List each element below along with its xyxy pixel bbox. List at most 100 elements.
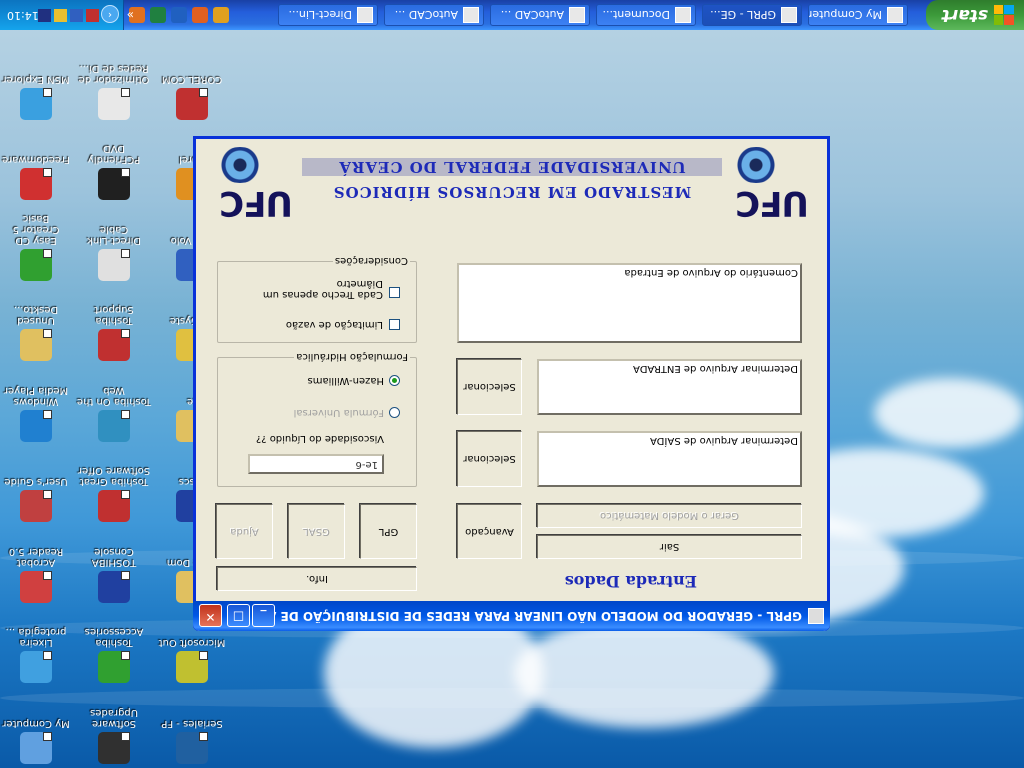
close-button[interactable]: ✕	[199, 604, 222, 627]
desktop-icon[interactable]: TOSHIBA Console	[76, 546, 152, 603]
trecho-diametro-checkbox[interactable]: Cada Trecho apenas um Diâmetro	[240, 278, 400, 300]
desktop-icon-label: Toshiba Great Software Offer	[77, 465, 151, 488]
dvd-player-icon	[98, 168, 130, 201]
desktop-icon-label: Direct-Link Cable	[86, 224, 142, 246]
desktop-icon[interactable]: Toshiba On the Web	[76, 385, 152, 442]
desktop-icon-label: Seriales - FP	[161, 718, 223, 729]
desktop-icon[interactable]: Software Upgrades	[76, 707, 152, 764]
desktop-icon[interactable]: Direct-Link Cable	[76, 224, 152, 281]
desktop-icon-label: PCFriendly DVD	[87, 143, 141, 166]
checkbox-indicator	[389, 319, 400, 330]
formula-universal-radio[interactable]: Fórmula Universal	[294, 407, 400, 418]
desktop-icon[interactable]: Acrobat Reader 5.0	[0, 546, 74, 603]
grapher-icon[interactable]	[192, 7, 208, 23]
excel-icon[interactable]	[150, 7, 166, 23]
selecionar-saida-button[interactable]: Selecionar	[457, 431, 522, 487]
info-button[interactable]: Info.	[217, 567, 417, 591]
gpl-button[interactable]: GPL	[360, 504, 417, 559]
consideracoes-group: Limitação de vazão Cada Trecho apenas um…	[217, 255, 417, 343]
task-button[interactable]: Document...	[596, 4, 696, 26]
seriales-icon	[176, 732, 208, 764]
desktop-icon[interactable]: My Computer	[0, 718, 74, 764]
desktop-icon[interactable]: Toshiba Accessories	[76, 627, 152, 684]
desktop-icon-label: MSN Explorer	[2, 74, 70, 85]
desktop-icon[interactable]: Easy CD Creator 5 Basic	[0, 213, 74, 281]
cloud	[514, 618, 774, 728]
task-button[interactable]: GPRL - GE...	[702, 4, 802, 26]
toshiba-accessories-icon	[98, 651, 130, 684]
desktop-icon[interactable]: Microsoft Out	[154, 638, 230, 684]
gsal-button[interactable]: GSAL	[288, 504, 345, 559]
start-label: start	[941, 5, 988, 25]
universidade-banner: UNIVERSIDADE FEDERAL DO CEARÁ	[302, 158, 722, 176]
arquivo-entrada-field[interactable]: Determinar Arquivo de ENTRADA	[537, 359, 802, 415]
recycle-bin-icon	[20, 651, 52, 684]
desktop-icon[interactable]: Seriales - FP	[154, 718, 230, 764]
security-tray-icon[interactable]	[70, 9, 83, 22]
toshiba-console-icon	[98, 571, 130, 603]
desktop-icon[interactable]: User's Guide	[0, 477, 74, 523]
outlook-express-icon	[176, 651, 208, 684]
task-label: AutoCAD ...	[394, 8, 458, 22]
unused-desktop-folder-icon	[20, 329, 52, 362]
selecionar-entrada-button[interactable]: Selecionar	[457, 359, 522, 415]
sair-button[interactable]: Sair	[537, 535, 802, 559]
arquivo-saida-label: Determinar Arquivo de SAÍDA	[650, 435, 798, 446]
battery-tray-icon[interactable]	[38, 9, 51, 22]
toshiba-web-icon	[98, 410, 130, 442]
start-button[interactable]: start	[926, 0, 1024, 30]
ajuda-button[interactable]: Ajuda	[216, 504, 273, 559]
window-titlebar[interactable]: GPRL - GERADOR DO MODELO NÃO LINEAR PARA…	[193, 601, 830, 631]
desktop-icon[interactable]: PCFriendly DVD	[76, 144, 152, 201]
network-tray-icon[interactable]	[86, 9, 99, 22]
viscosidade-input[interactable]: 1e-6	[248, 454, 384, 474]
hazen-williams-radio[interactable]: Hazen-Williams	[308, 375, 400, 386]
trecho-diametro-label: Cada Trecho apenas um Diâmetro	[262, 278, 383, 300]
easy-cd-icon	[20, 249, 52, 281]
folder-tray-icon[interactable]	[54, 9, 67, 22]
folder-icon[interactable]	[213, 7, 229, 23]
desktop-icon-label: Unused Deskto...	[13, 304, 59, 327]
gerar-modelo-button[interactable]: Gerar o Modelo Matemático	[537, 504, 802, 528]
formula-universal-label: Fórmula Universal	[293, 407, 384, 418]
desktop-icon[interactable]: MSN Explorer	[0, 74, 74, 120]
taskbar-overflow-icon[interactable]: »	[127, 8, 134, 22]
task-button[interactable]: AutoCAD ...	[490, 4, 590, 26]
ufc-logo-left: UFC	[719, 141, 809, 223]
maximize-button[interactable]: □	[227, 604, 250, 627]
limitacao-vazao-label: Limitação de vazão	[285, 319, 383, 330]
software-offer-icon	[98, 490, 130, 523]
task-button[interactable]: AutoCAD ...	[384, 4, 484, 26]
desktop-icon-label: Acrobat Reader 5.0	[8, 546, 64, 568]
desktop-icon[interactable]: Toshiba Great Software Offer	[76, 466, 152, 523]
avancado-button[interactable]: Avançado	[457, 504, 522, 559]
minimize-button[interactable]: _	[252, 604, 275, 627]
limitacao-vazao-checkbox[interactable]: Limitação de vazão	[286, 319, 400, 330]
desktop-icon[interactable]: Toshiba Support	[76, 305, 152, 362]
comentario-entrada-field[interactable]: Comentário do Arquivo de Entrada	[457, 263, 802, 343]
tray-expand-icon[interactable]: ‹	[101, 5, 119, 23]
desktop-icon[interactable]: Otimizador de Redes de Di...	[76, 63, 152, 120]
task-button[interactable]: My Computer	[808, 4, 908, 26]
task-button[interactable]: Direct-Lin...	[278, 4, 378, 26]
outlook-icon[interactable]	[171, 7, 187, 23]
clock[interactable]: 14:10	[7, 9, 39, 22]
desktop-icon[interactable]: Freedomware	[0, 155, 74, 201]
desktop-icon-label: Microsoft Out	[158, 637, 226, 649]
desktop-icon[interactable]: COREL.COM	[154, 74, 230, 120]
window-client-area: Entrada Dados Info. Sair Gerar o Modelo …	[196, 139, 827, 601]
window-heading: Entrada Dados	[564, 572, 697, 591]
radio-indicator	[389, 407, 400, 418]
desktop-icon-label: Windows Media Player	[3, 385, 69, 407]
task-app-icon	[569, 7, 585, 23]
corel-icon	[176, 88, 208, 120]
desktop-icon[interactable]: Windows Media Player	[0, 385, 74, 442]
arquivo-saida-field[interactable]: Determinar Arquivo de SAÍDA	[537, 431, 802, 487]
my-computer-icon	[20, 732, 52, 764]
taskbar: start Direct-Lin... AutoCAD ... AutoCAD ..…	[0, 0, 1024, 30]
cloud	[874, 378, 1024, 448]
desktop-icon[interactable]: Lixeira protegida ...	[0, 627, 74, 684]
desktop-icon[interactable]: Unused Deskto...	[0, 305, 74, 362]
desktop-icon-label: Software Upgrades	[90, 707, 138, 729]
task-app-icon	[357, 7, 373, 23]
